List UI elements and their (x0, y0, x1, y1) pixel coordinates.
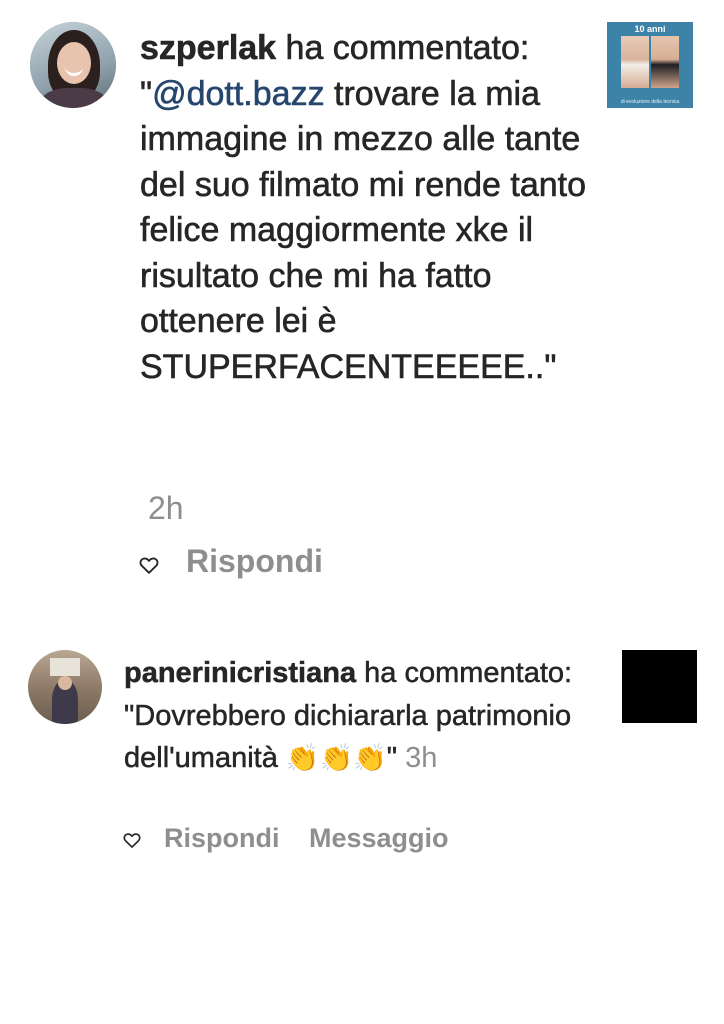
profile-avatar-szperlak[interactable] (30, 22, 116, 108)
thumbnail-image-before (621, 36, 649, 88)
thumbnail-subtitle: di evoluzione della tecnica (620, 99, 680, 105)
heart-outline-icon[interactable] (138, 554, 160, 576)
thumbnail-title: 10 anni (634, 24, 666, 34)
thumbnail-image-after (651, 36, 679, 88)
timestamp: 3h (405, 742, 438, 774)
heart-outline-icon[interactable] (122, 830, 142, 850)
quote-open: " (140, 74, 153, 113)
reply-button[interactable]: Rispondi (164, 823, 280, 854)
quote-close: " (544, 347, 557, 386)
comment-body: trovare la mia immagine in mezzo alle ta… (140, 74, 587, 386)
clapping-hands-emoji: 👏👏👏 (285, 743, 387, 773)
action-text: ha commentato: (356, 657, 573, 690)
reply-button[interactable]: Rispondi (186, 543, 323, 580)
action-text: ha commentato: (276, 29, 530, 68)
message-button[interactable]: Messaggio (309, 823, 449, 854)
mention-link[interactable]: @dott.bazz (152, 74, 325, 113)
post-thumbnail[interactable] (622, 650, 697, 723)
username-link[interactable]: szperlak (140, 29, 277, 68)
comment-notification-text: panerinicristiana ha commentato: "Dovreb… (124, 652, 594, 780)
quote-close: " (386, 742, 398, 775)
profile-avatar-panerinicristiana[interactable] (28, 650, 102, 724)
username-link[interactable]: panerinicristiana (124, 657, 357, 690)
post-thumbnail[interactable]: 10 anni di evoluzione della tecnica (607, 22, 693, 108)
timestamp: 2h (148, 490, 184, 526)
comment-notification-text: szperlak ha commentato: "@dott.bazz trov… (140, 26, 590, 390)
